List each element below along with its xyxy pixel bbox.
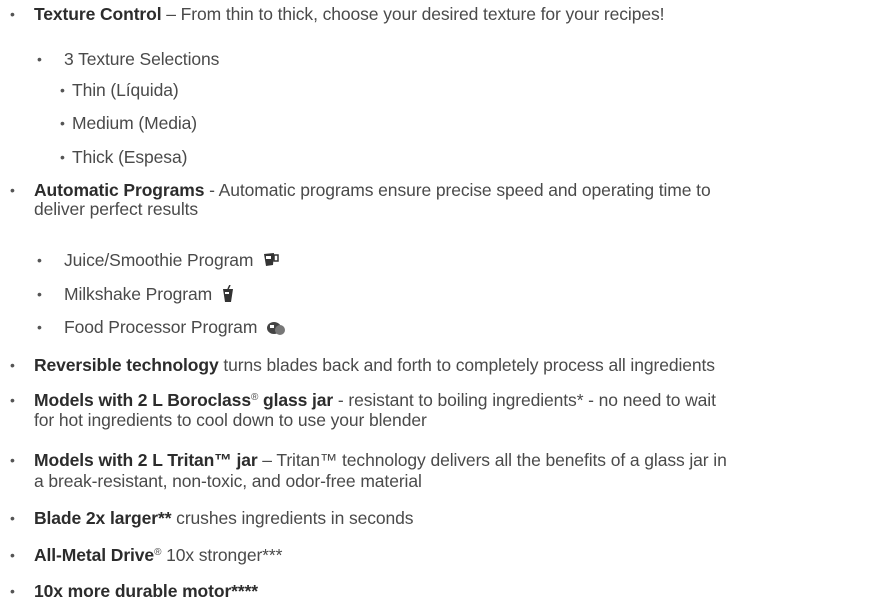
bullet: •: [10, 547, 15, 563]
milkshake-icon: [222, 285, 233, 302]
feature-description: - resistant to boiling ingredients* - no…: [333, 390, 716, 410]
bullet: •: [10, 452, 15, 468]
bullet: •: [60, 115, 65, 131]
bullet: •: [37, 286, 42, 302]
bullet: •: [37, 319, 42, 335]
sub-item-text: Food Processor Program: [64, 317, 258, 337]
feature-description: From thin to thick, choose your desired …: [180, 4, 665, 24]
feature-description: crushes ingredients in seconds: [171, 508, 414, 528]
feature-description: turns blades back and forth to completel…: [218, 355, 715, 375]
feature-description: a break-resistant, non-toxic, and odor-f…: [34, 471, 422, 491]
feature-title: All-Metal Drive: [34, 545, 155, 565]
bullet: •: [10, 392, 15, 408]
feature-list: • Texture Control – From thin to thick, …: [10, 4, 727, 601]
feature-title: Models with 2 L Boroclass: [34, 390, 251, 410]
feature-title: 10x more durable motor****: [34, 581, 259, 601]
sub-item-text: Thin (Líquida): [72, 80, 179, 100]
bullet: •: [37, 51, 42, 67]
food-processor-icon: [267, 322, 286, 335]
bullet: •: [37, 252, 42, 268]
feature-description: Automatic programs ensure precise speed …: [218, 180, 711, 200]
feature-description: deliver perfect results: [34, 199, 199, 219]
bullet: •: [60, 149, 65, 165]
bullet: •: [10, 6, 15, 22]
sub-item-text: Medium (Media): [72, 113, 198, 133]
sub-item-text: 3 Texture Selections: [64, 49, 220, 69]
feature-title: Reversible technology: [34, 355, 219, 375]
feature-title: Models with 2 L Tritan™ jar: [34, 450, 258, 470]
bullet: •: [10, 583, 15, 599]
bullet: •: [10, 510, 15, 526]
feature-title: Texture Control: [34, 4, 162, 24]
bullet: •: [60, 82, 65, 98]
feature-description: Tritan™ technology delivers all the bene…: [276, 450, 727, 470]
sub-item-text: Juice/Smoothie Program: [64, 250, 254, 270]
sub-item-text: Thick (Espesa): [72, 147, 188, 167]
feature-title: Blade 2x larger**: [34, 508, 172, 528]
bullet: •: [10, 182, 15, 198]
sub-item-text: Milkshake Program: [64, 284, 213, 304]
feature-title: Automatic Programs: [34, 180, 205, 200]
bullet: •: [10, 357, 15, 373]
feature-description: 10x stronger***: [161, 545, 283, 565]
juice-smoothie-icon: [264, 253, 279, 266]
feature-description: for hot ingredients to cool down to use …: [34, 410, 427, 430]
